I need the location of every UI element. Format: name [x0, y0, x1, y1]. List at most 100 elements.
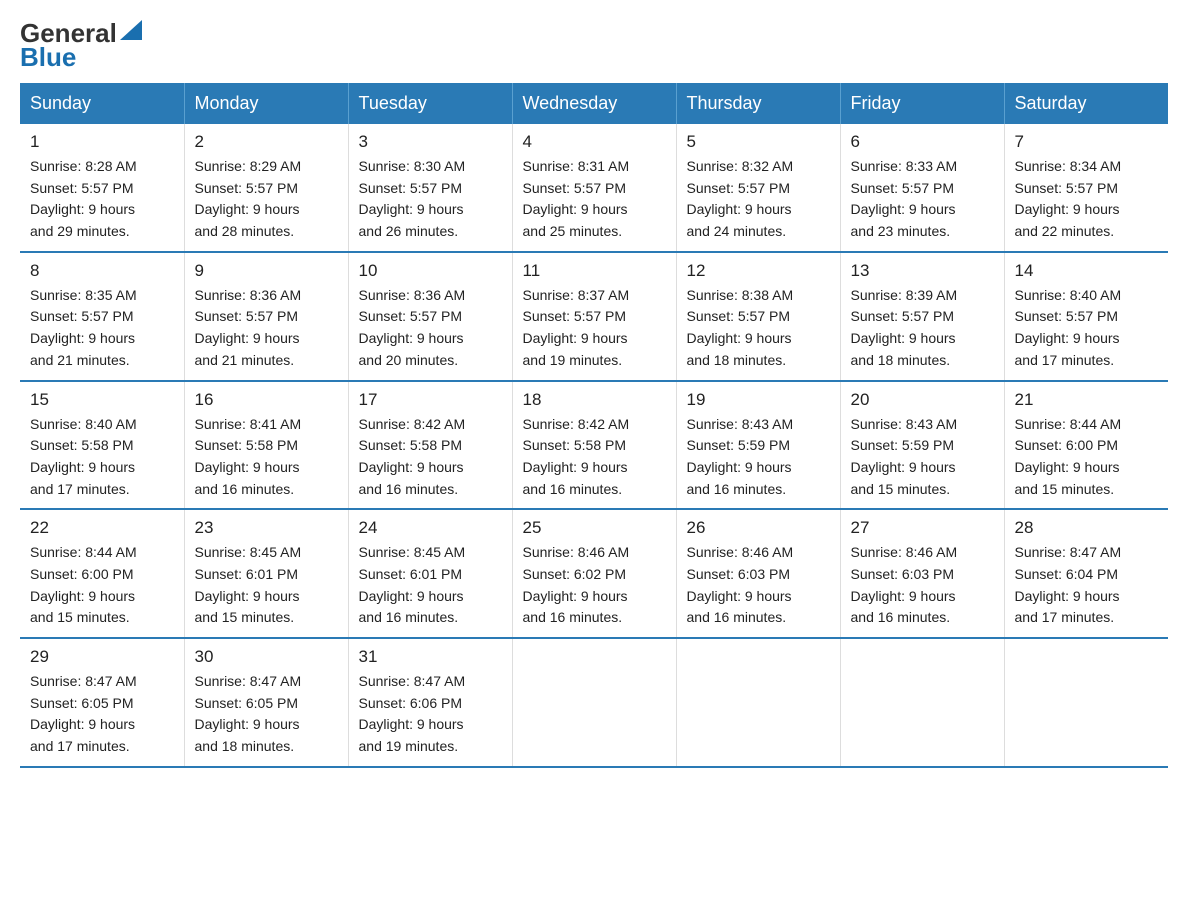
day-info: Sunrise: 8:38 AMSunset: 5:57 PMDaylight:… — [687, 285, 830, 372]
day-cell-22: 22 Sunrise: 8:44 AMSunset: 6:00 PMDayligh… — [20, 509, 184, 638]
empty-cell — [1004, 638, 1168, 767]
day-cell-1: 1 Sunrise: 8:28 AMSunset: 5:57 PMDaylight… — [20, 124, 184, 252]
day-info: Sunrise: 8:45 AMSunset: 6:01 PMDaylight:… — [195, 542, 338, 629]
day-number: 7 — [1015, 132, 1159, 152]
day-number: 25 — [523, 518, 666, 538]
day-info: Sunrise: 8:36 AMSunset: 5:57 PMDaylight:… — [359, 285, 502, 372]
day-number: 14 — [1015, 261, 1159, 281]
day-cell-6: 6 Sunrise: 8:33 AMSunset: 5:57 PMDaylight… — [840, 124, 1004, 252]
day-cell-8: 8 Sunrise: 8:35 AMSunset: 5:57 PMDaylight… — [20, 252, 184, 381]
day-number: 28 — [1015, 518, 1159, 538]
day-info: Sunrise: 8:43 AMSunset: 5:59 PMDaylight:… — [851, 414, 994, 501]
day-cell-15: 15Sunrise: 8:40 AMSunset: 5:58 PMDayligh… — [20, 381, 184, 510]
day-number: 23 — [195, 518, 338, 538]
day-cell-29: 29 Sunrise: 8:47 AMSunset: 6:05 PMDayligh… — [20, 638, 184, 767]
page-header: General Blue — [20, 20, 1168, 73]
day-info: Sunrise: 8:43 AMSunset: 5:59 PMDaylight:… — [687, 414, 830, 501]
day-number: 8 — [30, 261, 174, 281]
day-cell-14: 14 Sunrise: 8:40 AMSunset: 5:57 PMDayligh… — [1004, 252, 1168, 381]
day-number: 31 — [359, 647, 502, 667]
day-cell-18: 18Sunrise: 8:42 AMSunset: 5:58 PMDayligh… — [512, 381, 676, 510]
week-row-4: 22 Sunrise: 8:44 AMSunset: 6:00 PMDayligh… — [20, 509, 1168, 638]
weekday-header-monday: Monday — [184, 83, 348, 124]
day-number: 30 — [195, 647, 338, 667]
day-number: 12 — [687, 261, 830, 281]
week-row-5: 29 Sunrise: 8:47 AMSunset: 6:05 PMDayligh… — [20, 638, 1168, 767]
day-number: 24 — [359, 518, 502, 538]
day-info: Sunrise: 8:36 AMSunset: 5:57 PMDaylight:… — [195, 285, 338, 372]
weekday-header-tuesday: Tuesday — [348, 83, 512, 124]
day-info: Sunrise: 8:29 AMSunset: 5:57 PMDaylight:… — [195, 156, 338, 243]
day-number: 29 — [30, 647, 174, 667]
day-number: 6 — [851, 132, 994, 152]
day-cell-5: 5 Sunrise: 8:32 AMSunset: 5:57 PMDaylight… — [676, 124, 840, 252]
day-info: Sunrise: 8:46 AMSunset: 6:03 PMDaylight:… — [851, 542, 994, 629]
day-cell-9: 9 Sunrise: 8:36 AMSunset: 5:57 PMDaylight… — [184, 252, 348, 381]
day-info: Sunrise: 8:42 AMSunset: 5:58 PMDaylight:… — [359, 414, 502, 501]
weekday-header-saturday: Saturday — [1004, 83, 1168, 124]
day-number: 26 — [687, 518, 830, 538]
day-info: Sunrise: 8:32 AMSunset: 5:57 PMDaylight:… — [687, 156, 830, 243]
day-number: 10 — [359, 261, 502, 281]
day-number: 2 — [195, 132, 338, 152]
empty-cell — [512, 638, 676, 767]
day-number: 20 — [851, 390, 994, 410]
day-info: Sunrise: 8:47 AMSunset: 6:05 PMDaylight:… — [30, 671, 174, 758]
day-number: 22 — [30, 518, 174, 538]
weekday-header-wednesday: Wednesday — [512, 83, 676, 124]
day-cell-12: 12 Sunrise: 8:38 AMSunset: 5:57 PMDayligh… — [676, 252, 840, 381]
day-info: Sunrise: 8:47 AMSunset: 6:04 PMDaylight:… — [1015, 542, 1159, 629]
day-number: 9 — [195, 261, 338, 281]
logo-blue: Blue — [20, 42, 76, 73]
day-info: Sunrise: 8:35 AMSunset: 5:57 PMDaylight:… — [30, 285, 174, 372]
day-cell-26: 26 Sunrise: 8:46 AMSunset: 6:03 PMDayligh… — [676, 509, 840, 638]
day-number: 16 — [195, 390, 338, 410]
day-info: Sunrise: 8:47 AMSunset: 6:06 PMDaylight:… — [359, 671, 502, 758]
day-cell-7: 7 Sunrise: 8:34 AMSunset: 5:57 PMDaylight… — [1004, 124, 1168, 252]
day-cell-27: 27 Sunrise: 8:46 AMSunset: 6:03 PMDayligh… — [840, 509, 1004, 638]
day-cell-16: 16 Sunrise: 8:41 AMSunset: 5:58 PMDayligh… — [184, 381, 348, 510]
day-cell-25: 25 Sunrise: 8:46 AMSunset: 6:02 PMDayligh… — [512, 509, 676, 638]
day-number: 19 — [687, 390, 830, 410]
day-number: 1 — [30, 132, 174, 152]
day-number: 3 — [359, 132, 502, 152]
day-info: Sunrise: 8:37 AMSunset: 5:57 PMDaylight:… — [523, 285, 666, 372]
day-cell-31: 31 Sunrise: 8:47 AMSunset: 6:06 PMDayligh… — [348, 638, 512, 767]
day-info: Sunrise: 8:46 AMSunset: 6:03 PMDaylight:… — [687, 542, 830, 629]
week-row-2: 8 Sunrise: 8:35 AMSunset: 5:57 PMDaylight… — [20, 252, 1168, 381]
weekday-header-friday: Friday — [840, 83, 1004, 124]
day-cell-17: 17 Sunrise: 8:42 AMSunset: 5:58 PMDayligh… — [348, 381, 512, 510]
day-info: Sunrise: 8:28 AMSunset: 5:57 PMDaylight:… — [30, 156, 174, 243]
day-info: Sunrise: 8:44 AMSunset: 6:00 PMDaylight:… — [30, 542, 174, 629]
day-cell-13: 13Sunrise: 8:39 AMSunset: 5:57 PMDayligh… — [840, 252, 1004, 381]
weekday-header-sunday: Sunday — [20, 83, 184, 124]
day-cell-4: 4Sunrise: 8:31 AMSunset: 5:57 PMDaylight… — [512, 124, 676, 252]
day-number: 5 — [687, 132, 830, 152]
week-row-1: 1 Sunrise: 8:28 AMSunset: 5:57 PMDaylight… — [20, 124, 1168, 252]
day-info: Sunrise: 8:46 AMSunset: 6:02 PMDaylight:… — [523, 542, 666, 629]
day-info: Sunrise: 8:34 AMSunset: 5:57 PMDaylight:… — [1015, 156, 1159, 243]
day-number: 17 — [359, 390, 502, 410]
empty-cell — [676, 638, 840, 767]
week-row-3: 15Sunrise: 8:40 AMSunset: 5:58 PMDayligh… — [20, 381, 1168, 510]
day-cell-30: 30 Sunrise: 8:47 AMSunset: 6:05 PMDayligh… — [184, 638, 348, 767]
day-number: 21 — [1015, 390, 1159, 410]
day-cell-3: 3 Sunrise: 8:30 AMSunset: 5:57 PMDaylight… — [348, 124, 512, 252]
day-number: 13 — [851, 261, 994, 281]
day-number: 27 — [851, 518, 994, 538]
day-info: Sunrise: 8:41 AMSunset: 5:58 PMDaylight:… — [195, 414, 338, 501]
logo-triangle-icon — [120, 20, 142, 40]
weekday-header-thursday: Thursday — [676, 83, 840, 124]
day-info: Sunrise: 8:45 AMSunset: 6:01 PMDaylight:… — [359, 542, 502, 629]
day-info: Sunrise: 8:47 AMSunset: 6:05 PMDaylight:… — [195, 671, 338, 758]
day-cell-19: 19 Sunrise: 8:43 AMSunset: 5:59 PMDayligh… — [676, 381, 840, 510]
day-info: Sunrise: 8:40 AMSunset: 5:57 PMDaylight:… — [1015, 285, 1159, 372]
day-number: 18 — [523, 390, 666, 410]
day-number: 11 — [523, 261, 666, 281]
day-info: Sunrise: 8:33 AMSunset: 5:57 PMDaylight:… — [851, 156, 994, 243]
day-cell-2: 2 Sunrise: 8:29 AMSunset: 5:57 PMDaylight… — [184, 124, 348, 252]
day-cell-10: 10 Sunrise: 8:36 AMSunset: 5:57 PMDayligh… — [348, 252, 512, 381]
day-info: Sunrise: 8:40 AMSunset: 5:58 PMDaylight:… — [30, 414, 174, 501]
logo: General Blue — [20, 20, 142, 73]
day-info: Sunrise: 8:30 AMSunset: 5:57 PMDaylight:… — [359, 156, 502, 243]
